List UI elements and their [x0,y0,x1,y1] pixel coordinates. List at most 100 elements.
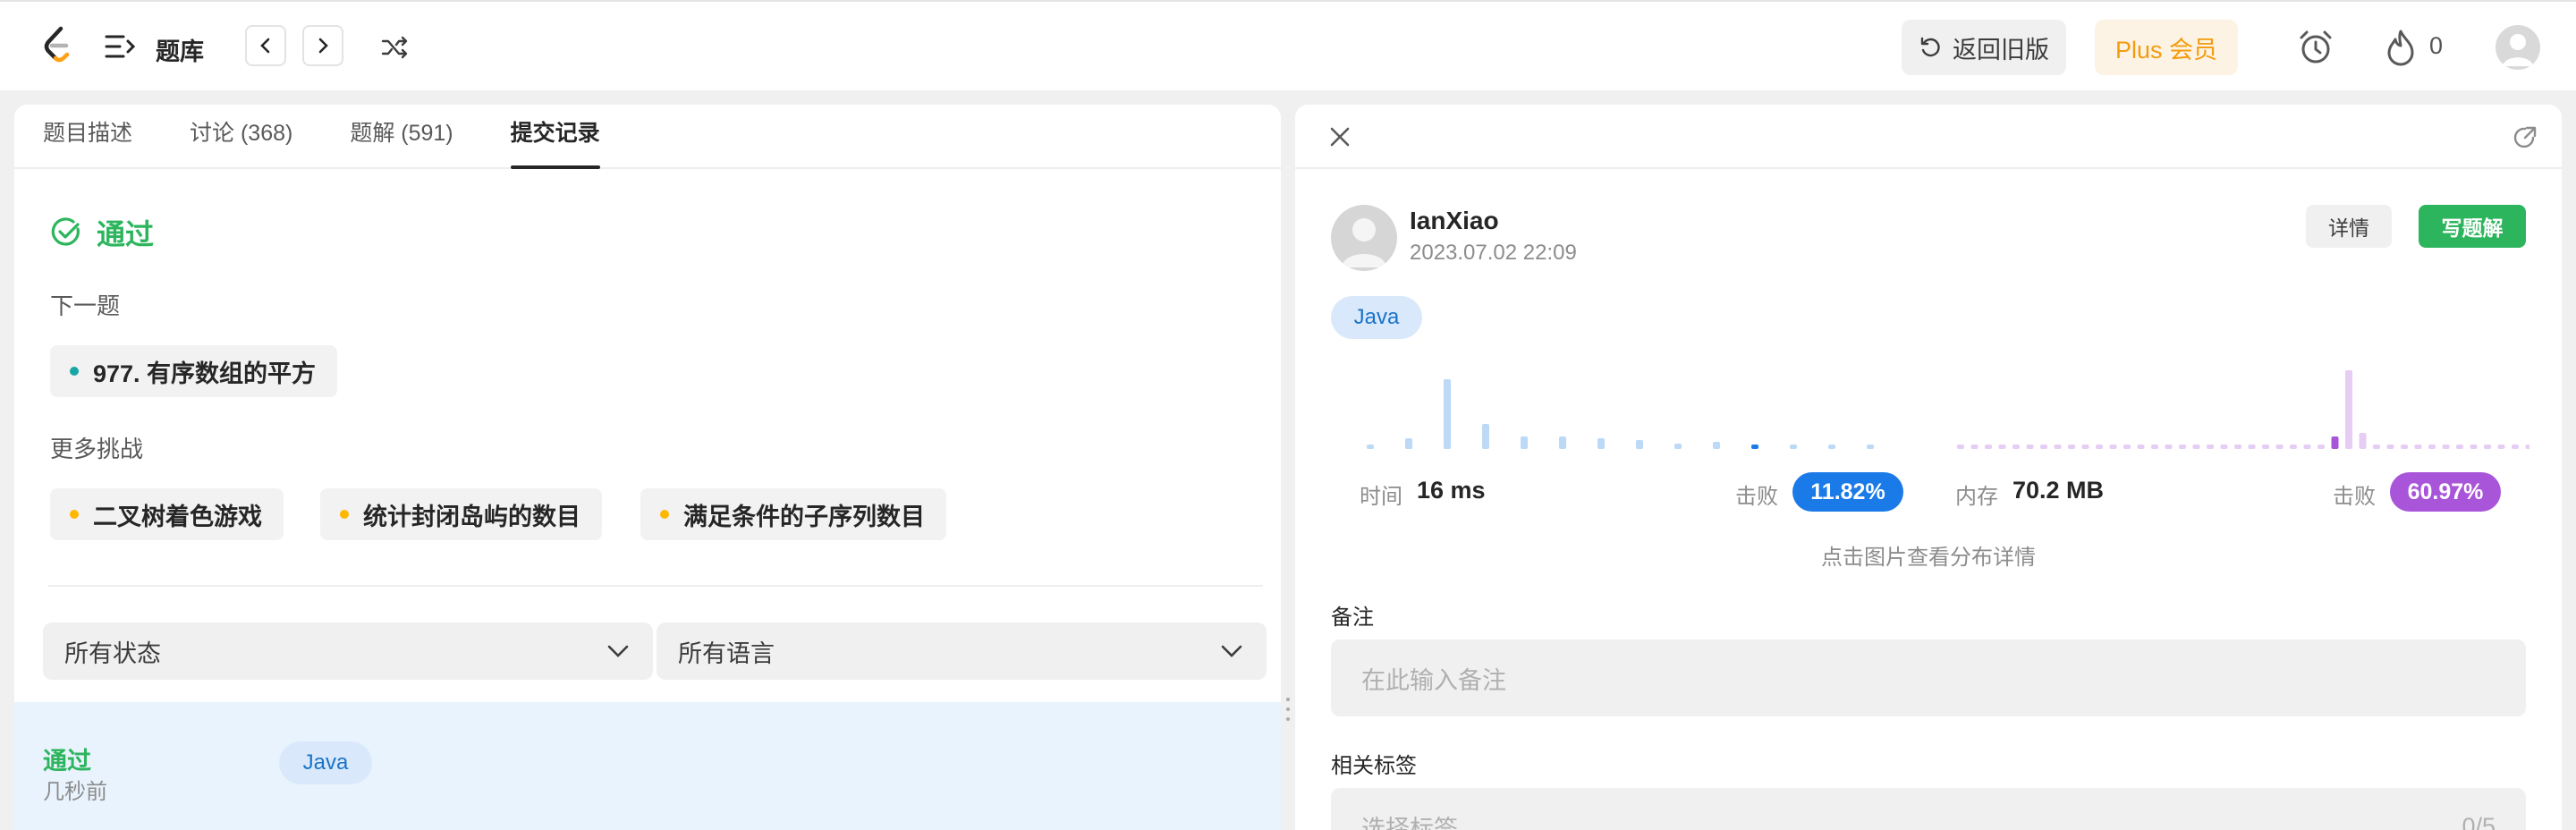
runtime-distribution-chart[interactable] [1367,379,1874,449]
next-problem-label: 下一题 [50,292,121,319]
write-solution-button[interactable]: 写题解 [2419,205,2526,248]
status-filter-select[interactable]: 所有状态 [43,622,653,680]
distribution-bar [2497,445,2505,449]
distribution-bar [1559,436,1566,449]
distribution-bar [2123,445,2131,449]
distribution-bar [1867,445,1874,449]
top-navbar: 题库 返回旧版 Plus 会员 0 [0,0,2576,90]
challenge-chip[interactable]: 二叉树着色游戏 [50,488,284,540]
status-text: 通过 [97,218,155,250]
distribution-bar [2470,445,2478,449]
tab-description[interactable]: 题目描述 [43,115,132,167]
distribution-bar [2109,445,2117,449]
tab-discussion[interactable]: 讨论 (368) [190,115,292,167]
close-icon[interactable] [1327,124,1352,149]
distribution-bar [1751,445,1758,449]
undo-icon [1920,37,1940,57]
distribution-bar [2248,445,2256,449]
panel-tabs: 题目描述 讨论 (368) 题解 (591) 提交记录 [14,105,1281,169]
language-filter-value: 所有语言 [678,639,775,667]
distribution-bar [2456,445,2463,449]
leetcode-logo[interactable] [39,25,75,66]
row-time: 几秒前 [43,780,107,804]
memory-distribution-chart[interactable] [1957,370,2529,449]
fire-streak-icon[interactable] [2383,27,2419,68]
distribution-bar [2012,445,2020,449]
distribution-bar [1482,424,1489,449]
return-old-version-label: 返回旧版 [1953,36,2049,64]
distribution-bar [2040,445,2047,449]
status-filter-value: 所有状态 [64,639,161,667]
distribution-bar [2331,436,2339,449]
easy-dot [70,367,79,376]
submitter-username[interactable]: IanXiao [1410,207,1499,235]
chevron-down-icon [1221,645,1242,657]
runtime-beat-label: 击败 [1735,485,1778,509]
language-badge: Java [1331,296,1422,339]
tab-submissions[interactable]: 提交记录 [510,115,600,169]
submission-row[interactable]: 通过 几秒前 Java [14,702,1281,830]
divider [48,585,1263,587]
distribution-bar [1444,379,1451,449]
distribution-bar [1828,445,1835,449]
check-circle-icon [51,217,80,246]
note-placeholder: 在此输入备注 [1361,666,1506,694]
user-avatar-top[interactable] [2496,25,2540,70]
tab-solutions[interactable]: 题解 (591) [350,115,453,167]
chevron-left-icon [260,38,270,54]
memory-label: 内存 [1955,485,1998,509]
runtime-value: 16 ms [1417,477,1486,504]
details-button[interactable]: 详情 [2306,205,2392,248]
distribution-bar [1521,436,1528,449]
shuffle-icon[interactable] [379,32,411,63]
distribution-bar [2220,445,2228,449]
distribution-bar [2290,445,2297,449]
distribution-bar [1998,445,2006,449]
return-old-version-button[interactable]: 返回旧版 [1902,20,2066,75]
more-challenges-label: 更多挑战 [50,436,144,462]
distribution-bar [1367,445,1374,449]
distribution-bar [1790,445,1797,449]
submitter-avatar[interactable] [1331,205,1397,271]
distribution-bar [1674,444,1682,449]
distribution-bar [2275,445,2284,449]
submission-datetime: 2023.07.02 22:09 [1410,241,1577,265]
detail-header [1295,105,2562,169]
next-problem-chip[interactable]: 977. 有序数组的平方 [50,345,338,397]
distribution-bar [2151,445,2158,449]
problem-bank-title[interactable]: 题库 [156,32,204,67]
medium-dot [660,510,669,519]
challenge-chip[interactable]: 统计封闭岛屿的数目 [320,488,602,540]
distribution-bar [2525,445,2529,449]
distribution-bar [1405,438,1412,449]
alarm-clock-icon[interactable] [2295,27,2336,68]
distribution-bar [2318,445,2325,449]
distribution-hint: 点击图片查看分布详情 [1821,546,2036,570]
distribution-bar [1636,440,1643,449]
next-problem-button[interactable] [302,25,343,66]
panel-resize-handle[interactable] [1283,696,1293,723]
challenge-chip[interactable]: 满足条件的子序列数目 [640,488,946,540]
distribution-bar [2414,445,2422,449]
distribution-charts[interactable] [1331,364,2529,453]
distribution-bar [2428,445,2436,449]
distribution-bar [2345,370,2352,449]
distribution-bar [2137,445,2145,449]
note-input[interactable]: 在此输入备注 [1331,639,2526,716]
distribution-bar [1985,445,1992,449]
prev-problem-button[interactable] [245,25,286,66]
tags-select[interactable]: 选择标签 0/5 [1331,788,2526,830]
language-filter-select[interactable]: 所有语言 [657,622,1267,680]
challenge-title: 统计封闭岛屿的数目 [363,503,580,530]
distribution-bar [2054,445,2062,449]
chevron-down-icon [607,645,629,657]
next-problem-title: 977. 有序数组的平方 [93,360,317,387]
row-status: 通过 [43,748,91,775]
distribution-bar [2359,433,2367,449]
accepted-status: 通过 [50,212,154,253]
distribution-bar [2373,445,2380,449]
problem-list-icon[interactable] [102,30,138,63]
distribution-bar [2262,445,2269,449]
plus-membership-button[interactable]: Plus 会员 [2095,20,2238,75]
open-external-icon[interactable] [2512,124,2538,151]
